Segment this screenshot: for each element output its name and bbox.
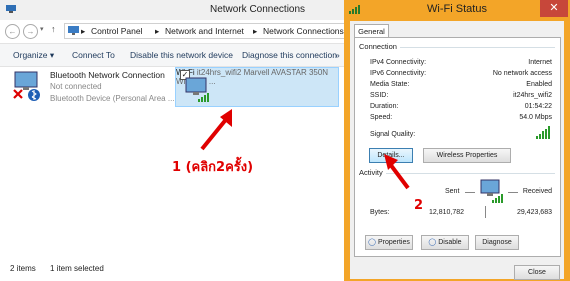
media-state-label: Media State: (370, 81, 410, 88)
speed-label: Speed: (370, 114, 393, 121)
address-box[interactable]: ▸ Control Panel ▸ Network and Internet ▸… (64, 23, 346, 39)
bytes-separator (485, 206, 486, 218)
disable-button[interactable]: ◯ Disable (421, 235, 469, 250)
annotation-arrow-icon (200, 109, 232, 151)
connection-section-label: Connection (359, 42, 400, 51)
bluetooth-connection-name: Bluetooth Network Connection (50, 70, 165, 80)
properties-button[interactable]: ◯ Properties (365, 235, 413, 250)
toolbar-overflow-button[interactable]: » (335, 50, 340, 60)
shield-icon: ◯ (428, 239, 437, 246)
network-activity-computer-icon (480, 179, 503, 203)
explorer-window-title: Network Connections (210, 4, 306, 15)
ipv6-connectivity-value: No network access (492, 70, 552, 77)
signal-bar (536, 136, 538, 139)
bluetooth-connection-item[interactable]: Bluetooth Network Connection Not connect… (10, 70, 175, 108)
received-label: Received (522, 188, 552, 195)
received-bytes-value: 29,423,683 (516, 209, 552, 216)
disable-device-button[interactable]: Disable this network device (130, 50, 233, 60)
diagnose-connection-button[interactable]: Diagnose this connection (242, 50, 337, 60)
connect-to-button[interactable]: Connect To (72, 50, 115, 60)
ipv6-connectivity-label: IPv6 Connectivity: (370, 70, 427, 77)
signal-bar (548, 126, 550, 139)
properties-button-label: Properties (377, 239, 410, 246)
disable-button-label: Disable (438, 239, 462, 246)
close-button[interactable]: Close (514, 265, 560, 280)
control-panel-icon (68, 26, 79, 35)
shield-icon: ◯ (368, 239, 376, 246)
network-connections-window: Network Connections ← → ▾ ↑ ▸ Control Pa… (0, 0, 346, 281)
breadcrumb-separator-icon: ▸ (155, 26, 160, 36)
wifi-adapter-icon (185, 77, 209, 102)
annotation-step-1: 1 (คลิก2ครั้ง) (172, 160, 254, 175)
explorer-titlebar: Network Connections (0, 0, 344, 20)
ipv4-connectivity-value: Internet (528, 59, 552, 66)
bluetooth-connection-device: Bluetooth Device (Personal Area ... (50, 94, 175, 103)
command-bar: Organize ▾ Connect To Disable this netwo… (0, 43, 344, 67)
breadcrumb-separator-icon: ▸ (81, 26, 86, 36)
bluetooth-connection-status: Not connected (50, 82, 102, 91)
sent-line (465, 192, 475, 193)
back-button[interactable]: ← (5, 24, 20, 39)
tab-general[interactable]: General (354, 24, 389, 38)
organize-menu[interactable]: Organize ▾ (13, 50, 54, 61)
network-connections-app-icon (6, 5, 16, 13)
signal-bar (545, 128, 547, 139)
media-state-value: Enabled (526, 81, 552, 88)
wifi-connection-item[interactable]: ✓ Wi-Fi it24hrs_wifi2 Marvell AVASTAR 35… (175, 67, 339, 107)
dialog-close-x-button[interactable]: ✕ (540, 0, 568, 17)
diagnose-button[interactable]: Diagnose (475, 235, 519, 250)
address-bar-row: ← → ▾ ↑ ▸ Control Panel ▸ Network and In… (0, 20, 346, 42)
duration-value: 01:54:22 (524, 103, 552, 110)
up-arrow-icon[interactable]: ↑ (51, 24, 56, 34)
recent-locations-chevron-icon[interactable]: ▾ (40, 25, 44, 33)
sent-bytes-value: 12,810,782 (429, 209, 465, 216)
general-tab-panel: Connection IPv4 Connectivity: Internet I… (354, 37, 561, 257)
status-selected-count: 1 item selected (50, 264, 104, 273)
breadcrumb-separator-icon: ▸ (253, 26, 258, 36)
ssid-label: SSID: (370, 92, 389, 99)
status-item-count: 2 items (10, 264, 36, 273)
speed-value: 54.0 Mbps (519, 114, 552, 121)
sent-label: Sent (445, 188, 460, 195)
bytes-label: Bytes: (370, 209, 390, 216)
received-line (508, 192, 518, 193)
breadcrumb-network-and-internet[interactable]: Network and Internet (165, 26, 244, 36)
forward-button[interactable]: → (23, 24, 38, 39)
annotation-step-2: 2 (414, 198, 424, 213)
signal-quality-bars-icon (536, 126, 552, 139)
ipv4-connectivity-label: IPv4 Connectivity: (370, 59, 427, 66)
duration-label: Duration: (370, 103, 399, 110)
breadcrumb-network-connections[interactable]: Network Connections (263, 26, 344, 36)
dialog-title: Wi-Fi Status (427, 3, 487, 15)
signal-quality-label: Signal Quality: (370, 131, 416, 138)
wireless-properties-button[interactable]: Wireless Properties (423, 148, 511, 163)
signal-bar (539, 133, 541, 139)
bluetooth-network-icon (13, 71, 40, 101)
wifi-status-dialog: Wi-Fi Status ✕ General Connection IPv4 C… (344, 0, 570, 281)
breadcrumb-control-panel[interactable]: Control Panel (91, 26, 143, 36)
signal-bar (542, 131, 544, 139)
annotation-arrow-icon (384, 154, 410, 190)
ssid-value: it24hrs_wifi2 (513, 92, 552, 99)
